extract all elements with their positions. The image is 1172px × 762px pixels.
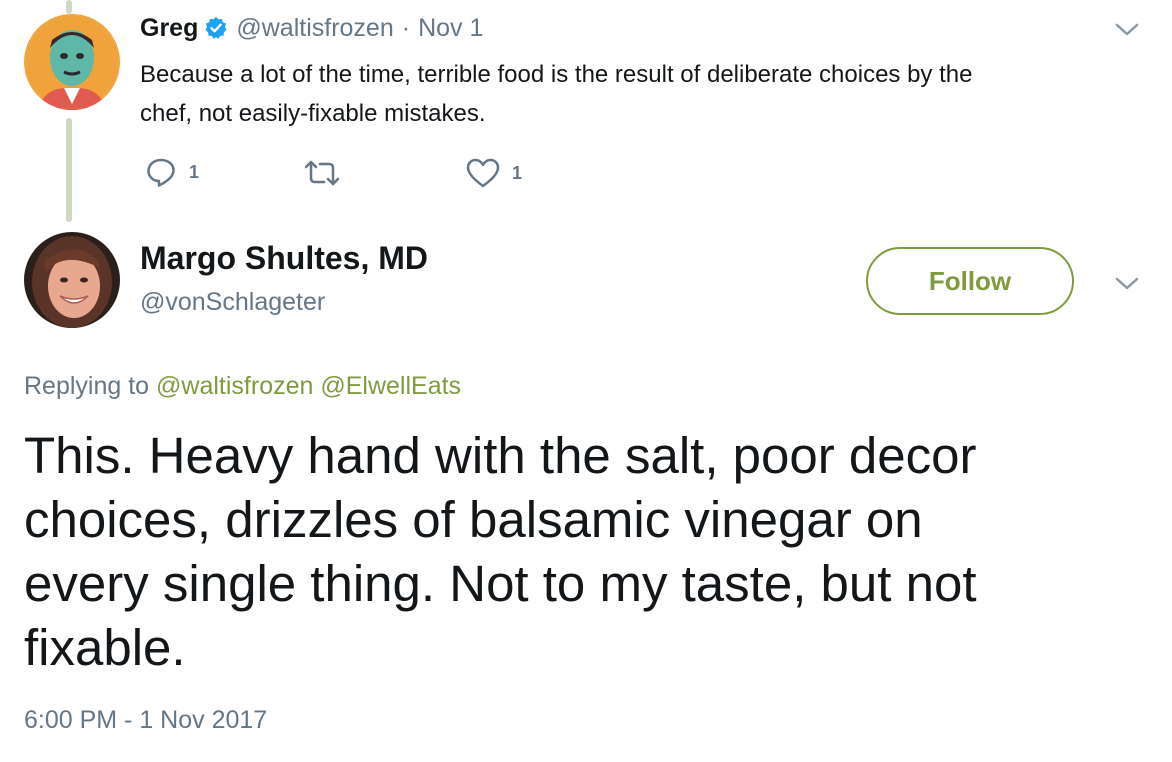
thread-line-top <box>66 0 72 14</box>
parent-separator: · <box>401 13 411 42</box>
reply-icon <box>145 156 177 188</box>
like-count: 1 <box>512 162 523 183</box>
main-text-line: fixable. <box>24 619 186 676</box>
chevron-down-icon[interactable] <box>1112 18 1142 40</box>
parent-author-name[interactable]: Greg <box>140 14 198 43</box>
retweet-action[interactable] <box>302 158 342 188</box>
main-text-line: This. Heavy hand with the salt, poor dec… <box>24 427 977 484</box>
tweet-timestamp[interactable]: 6:00 PM - 1 Nov 2017 <box>24 706 267 735</box>
replying-prefix: Replying to <box>24 372 150 400</box>
main-text-line: every single thing. Not to my taste, but… <box>24 555 977 612</box>
replying-to: Replying to @waltisfrozen @ElwellEats <box>24 372 461 401</box>
greg-avatar[interactable] <box>24 14 120 110</box>
thread-line <box>66 118 72 222</box>
parent-date[interactable]: Nov 1 <box>418 14 483 43</box>
follow-button[interactable]: Follow <box>866 247 1074 315</box>
main-handle[interactable]: @vonSchlageter <box>140 288 325 317</box>
retweet-icon <box>302 158 342 188</box>
reply-count: 1 <box>189 161 200 182</box>
parent-handle[interactable]: @waltisfrozen <box>236 14 393 43</box>
margo-avatar[interactable] <box>24 232 120 328</box>
like-action[interactable]: 1 <box>466 158 522 188</box>
reply-mention-link[interactable]: @waltisfrozen <box>156 372 313 400</box>
parent-text-line: Because a lot of the time, terrible food… <box>140 61 973 88</box>
main-tweet-text: This. Heavy hand with the salt, poor dec… <box>24 424 977 680</box>
parent-tweet-text: Because a lot of the time, terrible food… <box>140 55 972 133</box>
reply-mention-link[interactable]: @ElwellEats <box>320 372 461 400</box>
heart-icon <box>466 158 500 188</box>
verified-badge-icon <box>204 16 228 40</box>
main-author-name[interactable]: Margo Shultes, MD <box>140 240 428 277</box>
reply-action[interactable]: 1 <box>145 156 199 188</box>
parent-tweet-header: Greg @waltisfrozen · Nov 1 <box>140 12 483 44</box>
parent-text-line: chef, not easily-fixable mistakes. <box>140 100 486 127</box>
main-text-line: choices, drizzles of balsamic vinegar on <box>24 491 923 548</box>
chevron-down-icon[interactable] <box>1112 272 1142 294</box>
